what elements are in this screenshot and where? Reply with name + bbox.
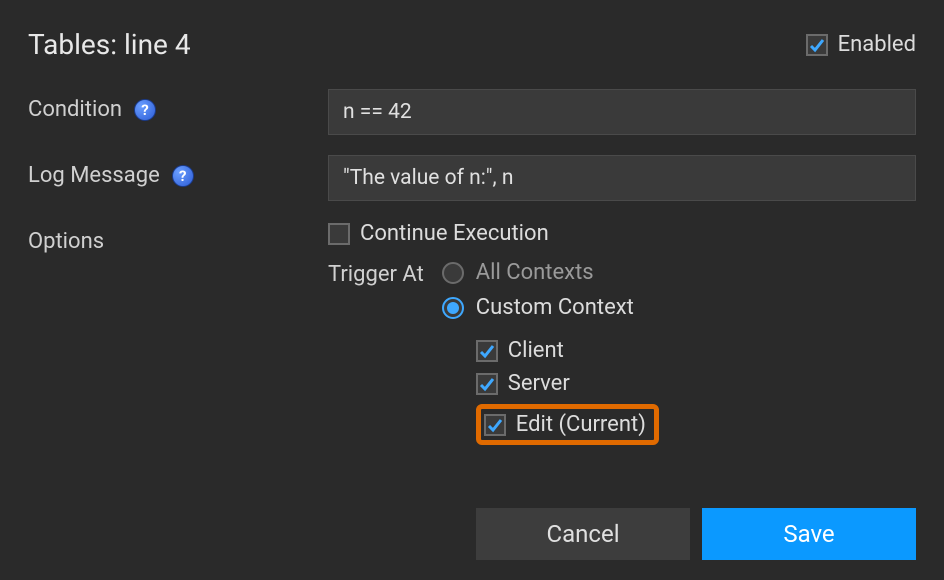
edit-checkbox[interactable]: [484, 414, 506, 436]
breakpoint-dialog: Tables: line 4 Enabled Condition ? Log M…: [0, 0, 944, 580]
context-checkboxes: Client Server: [476, 338, 659, 445]
log-message-input[interactable]: [328, 155, 916, 201]
dialog-header: Tables: line 4 Enabled: [28, 28, 916, 61]
trigger-at-radio-group: All Contexts Custom Context Client: [442, 260, 659, 445]
custom-context-option: Custom Context: [442, 295, 659, 320]
options-label: Options: [28, 229, 104, 254]
server-context-row: Server: [476, 371, 659, 396]
all-contexts-label: All Contexts: [476, 260, 594, 285]
edit-context-row: Edit (Current): [484, 412, 646, 437]
options-label-col: Options: [28, 221, 328, 254]
continue-execution-label: Continue Execution: [360, 221, 549, 246]
all-contexts-option: All Contexts: [442, 260, 659, 285]
condition-input[interactable]: [328, 89, 916, 135]
log-message-label: Log Message: [28, 163, 160, 188]
help-icon[interactable]: ?: [134, 99, 156, 121]
edit-label: Edit (Current): [516, 412, 646, 437]
server-label: Server: [508, 371, 570, 396]
condition-label: Condition: [28, 97, 122, 122]
continue-execution-checkbox[interactable]: [328, 223, 350, 245]
client-label: Client: [508, 338, 564, 363]
custom-context-radio[interactable]: [442, 297, 464, 319]
enabled-label: Enabled: [838, 32, 916, 57]
condition-label-col: Condition ?: [28, 89, 328, 122]
enabled-toggle-row: Enabled: [806, 32, 916, 57]
help-icon[interactable]: ?: [172, 165, 194, 187]
client-context-row: Client: [476, 338, 659, 363]
condition-row: Condition ?: [28, 89, 916, 135]
client-checkbox[interactable]: [476, 340, 498, 362]
options-row: Options Continue Execution Trigger At Al…: [28, 221, 916, 445]
trigger-at-row: Trigger At All Contexts Custom Context: [328, 260, 916, 445]
cancel-button[interactable]: Cancel: [476, 508, 690, 560]
server-checkbox[interactable]: [476, 373, 498, 395]
highlight-edit-current: Edit (Current): [476, 404, 659, 445]
continue-execution-row: Continue Execution: [328, 221, 916, 246]
log-message-label-col: Log Message ?: [28, 155, 328, 188]
dialog-footer: Cancel Save: [28, 488, 916, 560]
custom-context-label: Custom Context: [476, 295, 634, 320]
enabled-checkbox[interactable]: [806, 34, 828, 56]
dialog-title: Tables: line 4: [28, 28, 191, 61]
save-button[interactable]: Save: [702, 508, 916, 560]
trigger-at-label: Trigger At: [328, 260, 424, 287]
all-contexts-radio[interactable]: [442, 262, 464, 284]
log-message-row: Log Message ?: [28, 155, 916, 201]
